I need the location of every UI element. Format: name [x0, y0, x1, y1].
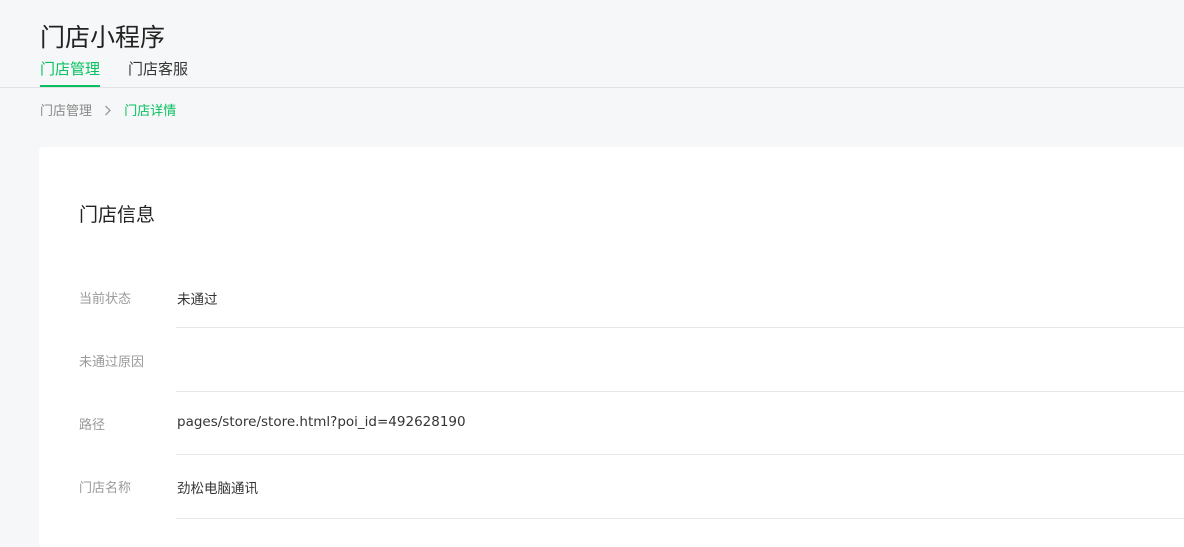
info-row-status: 当前状态 未通过: [39, 265, 1184, 328]
breadcrumb-store-details: 门店详情: [124, 104, 177, 119]
info-row-reject-reason: 未通过原因: [39, 328, 1184, 392]
store-info-card: 门店信息 当前状态 未通过 未通过原因 路径 pages/store/store…: [39, 147, 1184, 547]
store-name-value: 劲松电脑通讯: [177, 481, 258, 497]
page-title: 门店小程序: [40, 22, 166, 52]
info-row-path: 路径 pages/store/store.html?poi_id=4926281…: [39, 392, 1184, 455]
info-label: 路径: [79, 418, 106, 433]
status-value: 未通过: [177, 292, 218, 308]
row-divider: [176, 518, 1184, 519]
info-row-store-name: 门店名称 劲松电脑通讯: [39, 455, 1184, 519]
breadcrumb: 门店管理 门店详情: [40, 102, 176, 122]
breadcrumb-store-management[interactable]: 门店管理: [40, 104, 92, 119]
card-title: 门店信息: [79, 204, 156, 226]
tab-store-management[interactable]: 门店管理: [40, 58, 101, 87]
path-value: pages/store/store.html?poi_id=492628190: [177, 414, 466, 430]
tab-bar: 门店管理 门店客服: [0, 56, 1184, 88]
chevron-right-icon: [96, 102, 120, 122]
info-label: 门店名称: [79, 481, 132, 496]
info-label: 未通过原因: [79, 355, 145, 370]
tab-store-customer-service[interactable]: 门店客服: [128, 58, 188, 80]
info-label: 当前状态: [79, 292, 132, 307]
